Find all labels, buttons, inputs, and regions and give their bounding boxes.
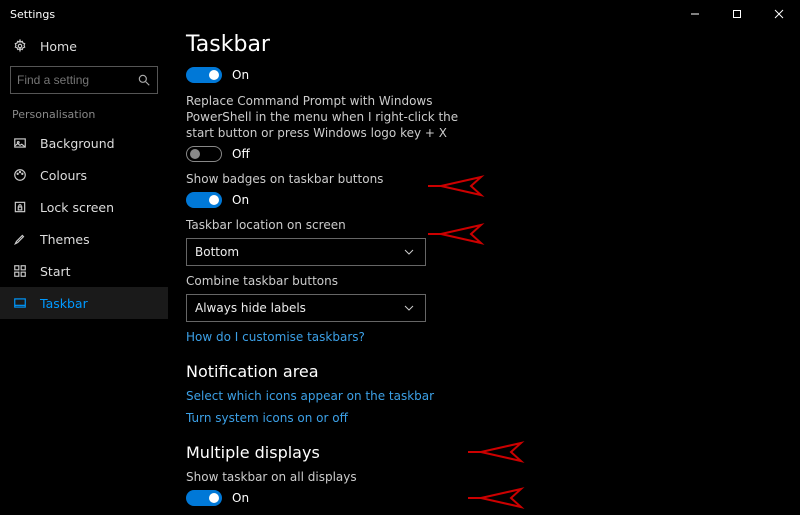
badges-label: Show badges on taskbar buttons xyxy=(186,172,800,186)
brush-icon xyxy=(12,231,28,247)
grid-icon xyxy=(12,263,28,279)
search-icon xyxy=(137,72,151,88)
toggle-label: On xyxy=(232,68,249,82)
main-content: Taskbar On Replace Command Prompt with W… xyxy=(168,28,800,515)
sidebar-item-taskbar[interactable]: Taskbar xyxy=(0,287,168,319)
home-label: Home xyxy=(40,39,77,54)
maximize-button[interactable] xyxy=(716,0,758,28)
sidebar-section-label: Personalisation xyxy=(0,104,168,127)
sidebar: Home Personalisation Background Colours xyxy=(0,28,168,515)
toggle-first[interactable] xyxy=(186,67,222,83)
sidebar-item-label: Lock screen xyxy=(40,200,114,215)
toggle-powershell[interactable] xyxy=(186,146,222,162)
sidebar-item-start[interactable]: Start xyxy=(0,255,168,287)
toggle-badges[interactable] xyxy=(186,192,222,208)
toggle-row-badges: On xyxy=(186,192,800,208)
sidebar-item-label: Colours xyxy=(40,168,87,183)
picture-icon xyxy=(12,135,28,151)
sidebar-item-label: Themes xyxy=(40,232,90,247)
sidebar-item-themes[interactable]: Themes xyxy=(0,223,168,255)
multiple-displays-heading: Multiple displays xyxy=(186,443,800,462)
notification-heading: Notification area xyxy=(186,362,800,381)
search-input[interactable] xyxy=(17,73,137,87)
select-value: Always hide labels xyxy=(195,301,306,315)
chevron-down-icon xyxy=(401,300,417,316)
customise-link[interactable]: How do I customise taskbars? xyxy=(186,330,800,344)
show-all-displays-label: Show taskbar on all displays xyxy=(186,470,800,484)
select-icons-link[interactable]: Select which icons appear on the taskbar xyxy=(186,389,800,403)
select-value: Bottom xyxy=(195,245,239,259)
combine-select[interactable]: Always hide labels xyxy=(186,294,426,322)
sidebar-item-colours[interactable]: Colours xyxy=(0,159,168,191)
combine-label: Combine taskbar buttons xyxy=(186,274,800,288)
sidebar-item-label: Taskbar xyxy=(40,296,88,311)
sidebar-item-background[interactable]: Background xyxy=(0,127,168,159)
system-icons-link[interactable]: Turn system icons on or off xyxy=(186,411,800,425)
sidebar-item-label: Start xyxy=(40,264,71,279)
toggle-label: Off xyxy=(232,147,250,161)
chevron-down-icon xyxy=(401,244,417,260)
sidebar-item-lockscreen[interactable]: Lock screen xyxy=(0,191,168,223)
home-button[interactable]: Home xyxy=(0,32,168,60)
page-title: Taskbar xyxy=(186,32,800,57)
toggle-row-first: On xyxy=(186,67,800,83)
toggle-label: On xyxy=(232,193,249,207)
minimize-button[interactable] xyxy=(674,0,716,28)
search-box[interactable] xyxy=(10,66,158,94)
taskbar-icon xyxy=(12,295,28,311)
lock-icon xyxy=(12,199,28,215)
sidebar-item-label: Background xyxy=(40,136,115,151)
window-title: Settings xyxy=(10,8,55,21)
gear-icon xyxy=(12,38,28,54)
powershell-description: Replace Command Prompt with Windows Powe… xyxy=(186,93,476,142)
titlebar: Settings xyxy=(0,0,800,28)
palette-icon xyxy=(12,167,28,183)
taskbar-location-label: Taskbar location on screen xyxy=(186,218,800,232)
close-button[interactable] xyxy=(758,0,800,28)
window-controls xyxy=(674,0,800,28)
toggle-row-alldisplays: On xyxy=(186,490,800,506)
toggle-alldisplays[interactable] xyxy=(186,490,222,506)
toggle-row-powershell: Off xyxy=(186,146,800,162)
taskbar-location-select[interactable]: Bottom xyxy=(186,238,426,266)
toggle-label: On xyxy=(232,491,249,505)
